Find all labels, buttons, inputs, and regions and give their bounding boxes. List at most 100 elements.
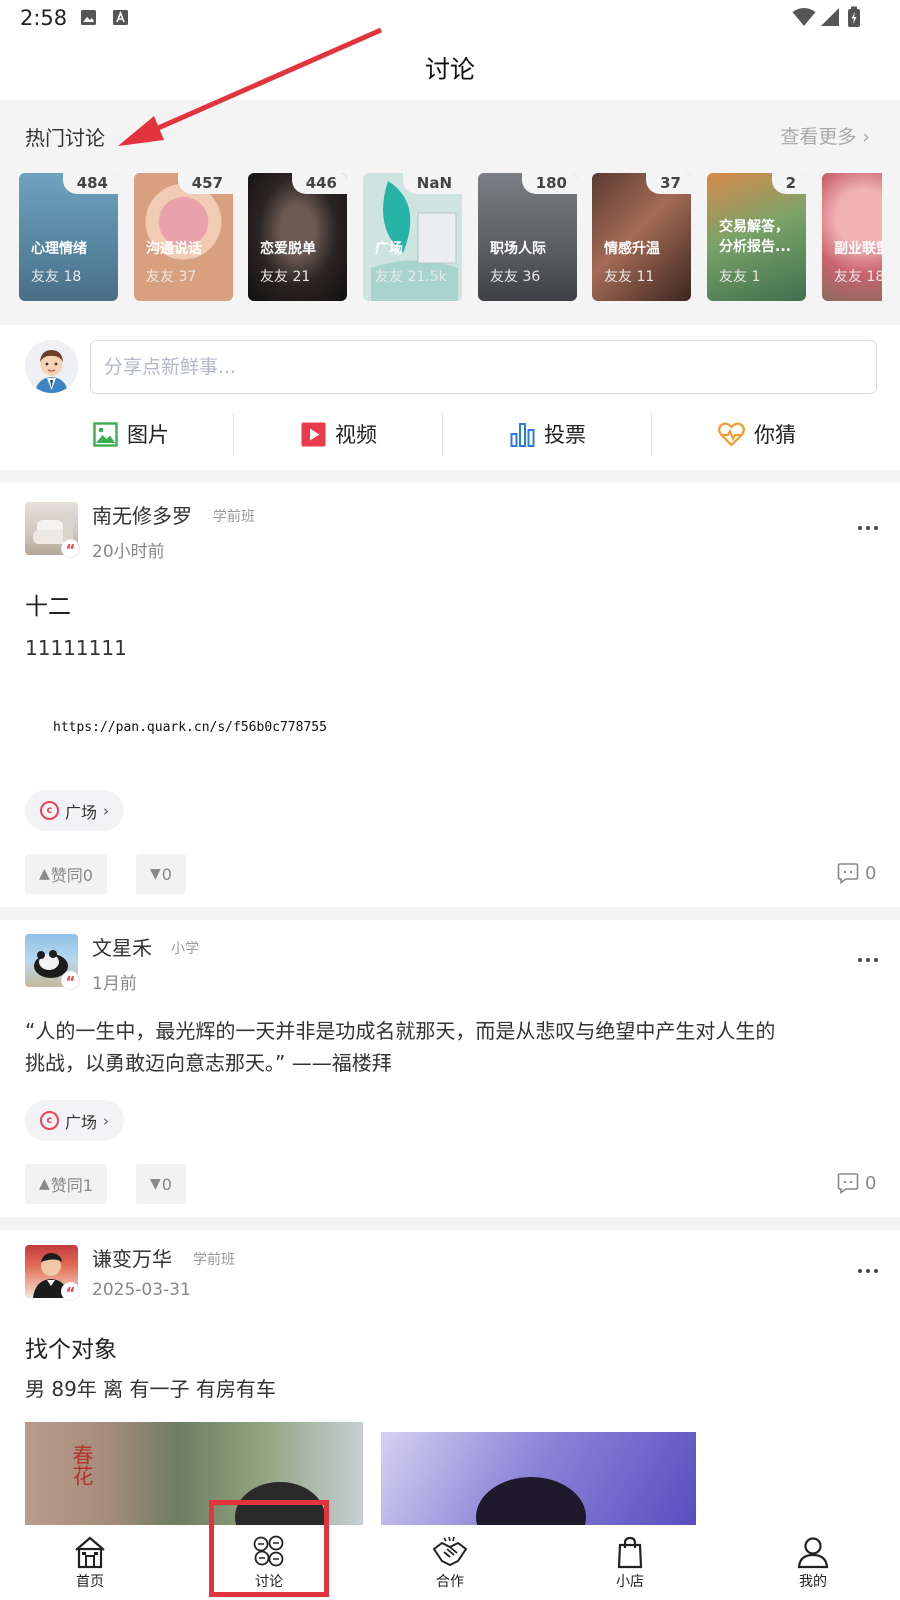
post-body: 男 89年 离 有一子 有房有车 [25, 1377, 276, 1401]
hot-card[interactable]: 2 交易解答，分析报告... 友友 1 [707, 173, 806, 301]
upvote-button[interactable]: ▲ 赞同1 [25, 1164, 107, 1204]
hot-card-count: 484 [62, 173, 118, 194]
highlight-box [209, 1500, 329, 1597]
post-photo[interactable] [381, 1432, 696, 1526]
upvote-count: 赞同0 [50, 866, 93, 885]
user-avatar[interactable] [25, 340, 78, 393]
handshake-icon [432, 1536, 468, 1567]
post-title: 找个对象 [25, 1337, 117, 1363]
comment-count: 0 [865, 1172, 877, 1194]
post-time: 2025-03-31 [92, 1280, 191, 1300]
downvote-count: 0 [161, 1174, 172, 1194]
hot-card[interactable]: 37 情感升温 友友 11 [592, 173, 691, 301]
chevron-right-icon: › [103, 1111, 110, 1130]
hot-card-name: 广场 [375, 241, 403, 257]
nav-shop[interactable]: 小店 [570, 1525, 690, 1600]
nav-cooperate-label: 合作 [436, 1574, 464, 1590]
more-options-icon[interactable] [855, 955, 881, 965]
divider [442, 413, 443, 456]
cartoon-avatar-icon [25, 340, 78, 393]
hot-card-fans: 友友 36 [490, 269, 541, 285]
video-action-button[interactable]: 视频 [301, 412, 377, 456]
image-action-label: 图片 [127, 423, 169, 447]
hot-card-count: NaN [402, 173, 462, 194]
topic-icon: c [40, 1111, 59, 1130]
quote-badge-icon: “ [61, 1282, 80, 1302]
author-name[interactable]: 南无修多罗 [92, 500, 192, 529]
author-grade: 学前班 [193, 1252, 235, 1268]
nav-shop-label: 小店 [616, 1574, 644, 1590]
hot-card-fans: 友友 21 [260, 269, 311, 285]
author-name[interactable]: 文星禾 [92, 932, 152, 961]
hot-card[interactable]: 484 心理情绪 友友 18 [19, 173, 118, 301]
author-grade: 小学 [171, 941, 199, 957]
shopping-bag-icon [617, 1536, 643, 1569]
video-action-label: 视频 [335, 423, 377, 447]
image-action-button[interactable]: 图片 [93, 412, 169, 456]
upvote-count: 赞同1 [50, 1176, 93, 1195]
guess-action-label: 你猜 [754, 423, 796, 447]
upvote-button[interactable]: ▲ 赞同0 [25, 854, 107, 894]
bottom-navigation: 首页 讨论 合作 小店 我的 [0, 1525, 900, 1600]
post-body: 11111111 [25, 636, 127, 660]
post-time: 20小时前 [92, 542, 165, 562]
quote-badge-icon: “ [61, 539, 80, 559]
vote-action-button[interactable]: 投票 [510, 412, 586, 456]
divider [233, 413, 234, 456]
comment-button[interactable]: 0 [837, 1172, 876, 1194]
comment-icon [837, 863, 859, 884]
video-play-icon [301, 422, 326, 446]
post-body-line: 挑战，以勇敢迈向意志那天。” ——福楼拜 [25, 1051, 392, 1075]
downvote-count: 0 [161, 864, 172, 884]
topic-tag-label: 广场 [65, 802, 98, 822]
share-input[interactable]: 分享点新鲜事... [90, 340, 877, 394]
nav-home[interactable]: 首页 [30, 1525, 150, 1600]
hot-card-name: 职场人际 [490, 241, 546, 257]
post-title: 十二 [25, 594, 71, 620]
post-link[interactable]: https://pan.quark.cn/s/f56b0c778755 [53, 720, 327, 735]
app-screen: 2:58 讨论 热门讨论 查看更多 › 484 心理情绪 友友 18 457 沟… [0, 0, 900, 1600]
triangle-down-icon: ▼ [150, 1176, 161, 1192]
hot-card-count: 446 [291, 173, 347, 194]
triangle-up-icon: ▲ [39, 866, 50, 882]
guess-action-button[interactable]: 你猜 [718, 412, 796, 456]
nav-me[interactable]: 我的 [753, 1525, 873, 1600]
hot-card-name: 心理情绪 [31, 241, 87, 257]
nav-me-label: 我的 [799, 1574, 827, 1590]
hot-card-count: 180 [521, 173, 577, 194]
triangle-up-icon: ▲ [39, 1176, 50, 1192]
heartbeat-icon [718, 422, 745, 447]
topic-tag[interactable]: c 广场 › [25, 1100, 125, 1141]
image-icon [93, 421, 118, 447]
vote-action-label: 投票 [544, 423, 586, 447]
hot-card-fans: 友友 1 [719, 269, 761, 285]
nav-cooperate[interactable]: 合作 [390, 1525, 510, 1600]
downvote-button[interactable]: ▼ 0 [136, 1164, 186, 1204]
section-divider [0, 907, 900, 920]
section-divider [0, 470, 900, 483]
hot-card[interactable]: 180 职场人际 友友 36 [478, 173, 577, 301]
annotation-arrow-icon [118, 27, 383, 146]
bar-chart-icon [510, 422, 535, 447]
hot-card[interactable]: 副业联盟 友友 18 [822, 173, 882, 301]
post-time: 1月前 [92, 974, 137, 994]
author-grade: 学前班 [213, 509, 255, 525]
more-options-icon[interactable] [855, 1266, 881, 1276]
author-name[interactable]: 谦变万华 [92, 1243, 172, 1272]
triangle-down-icon: ▼ [150, 866, 161, 882]
topic-tag[interactable]: c 广场 › [25, 790, 125, 831]
hot-card[interactable]: 457 沟通说话 友友 37 [134, 173, 233, 301]
quote-badge-icon: “ [61, 971, 80, 991]
comment-count: 0 [865, 862, 877, 884]
user-icon [797, 1537, 829, 1569]
hot-card-name: 恋爱脱单 [260, 241, 316, 257]
hot-card[interactable]: NaN 广场 友友 21.5k [363, 173, 462, 301]
hot-card-fans: 友友 11 [604, 269, 655, 285]
hot-card-name: 沟通说话 [146, 241, 202, 257]
post-body-line: “人的一生中，最光辉的一天并非是功成名就那天，而是从悲叹与绝望中产生对人生的 [25, 1019, 776, 1043]
downvote-button[interactable]: ▼ 0 [136, 854, 186, 894]
more-options-icon[interactable] [855, 523, 881, 533]
comment-button[interactable]: 0 [837, 862, 876, 884]
hot-card-count: 37 [646, 173, 691, 194]
hot-card[interactable]: 446 恋爱脱单 友友 21 [248, 173, 347, 301]
